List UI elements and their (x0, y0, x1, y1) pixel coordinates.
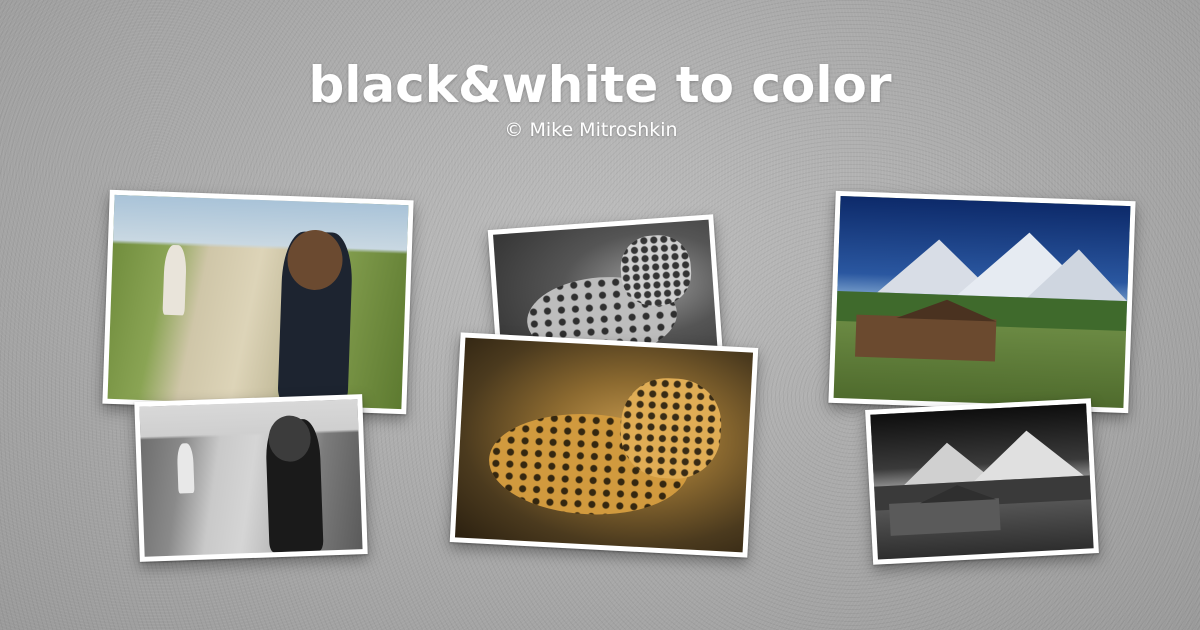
photo-barn-bw (865, 398, 1099, 565)
barn-bw-image (870, 403, 1094, 560)
photo-barn-color (828, 190, 1136, 414)
photo-girl-color (102, 189, 414, 415)
photo-girl-bw (134, 394, 368, 562)
leopard-color-image (454, 337, 754, 553)
photo-leopard-color (449, 332, 759, 558)
barn-color-image (833, 196, 1131, 408)
page-title: black&white to color (308, 56, 892, 114)
girl-bw-image (139, 399, 363, 557)
credit-line: © Mike Mitroshkin (504, 119, 678, 141)
girl-color-image (107, 194, 409, 410)
